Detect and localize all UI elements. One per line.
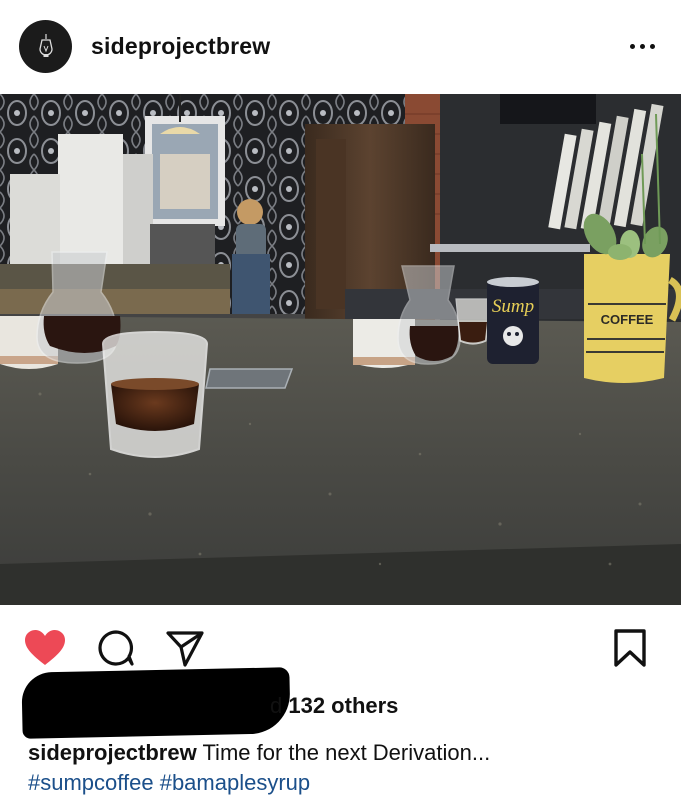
post-header: sideprojectbrew xyxy=(0,0,681,94)
post-actions xyxy=(0,612,681,680)
heart-filled-icon xyxy=(25,630,65,665)
share-button[interactable] xyxy=(163,626,207,670)
redaction-mark xyxy=(21,667,291,739)
comment-button[interactable] xyxy=(94,626,138,670)
hashtag-link[interactable]: #bamaplesyrup xyxy=(160,770,310,795)
more-options-icon xyxy=(629,43,635,49)
likes-count[interactable]: d 132 others xyxy=(270,693,398,719)
like-button[interactable] xyxy=(23,626,67,670)
post-caption: sideprojectbrew Time for the next Deriva… xyxy=(28,738,668,768)
lightbulb-logo-icon xyxy=(38,33,53,57)
caption-text: Time for the next Derivation... xyxy=(202,740,491,765)
post-username[interactable]: sideprojectbrew xyxy=(91,33,270,60)
hashtags: #sumpcoffee #bamaplesyrup xyxy=(28,768,310,798)
can-label: Sump xyxy=(492,296,534,317)
likes-row: d 132 others xyxy=(0,667,681,739)
post-photo[interactable]: Sump COFFEE xyxy=(0,94,681,605)
hashtag-link[interactable]: #sumpcoffee xyxy=(28,770,154,795)
pitcher-label: COFFEE xyxy=(601,312,654,327)
send-icon xyxy=(166,631,204,667)
profile-avatar[interactable] xyxy=(19,20,72,73)
bookmark-icon xyxy=(614,629,646,667)
comment-icon xyxy=(98,630,134,666)
save-button[interactable] xyxy=(608,626,652,670)
caption-username[interactable]: sideprojectbrew xyxy=(28,740,197,765)
more-options-button[interactable] xyxy=(622,30,662,62)
